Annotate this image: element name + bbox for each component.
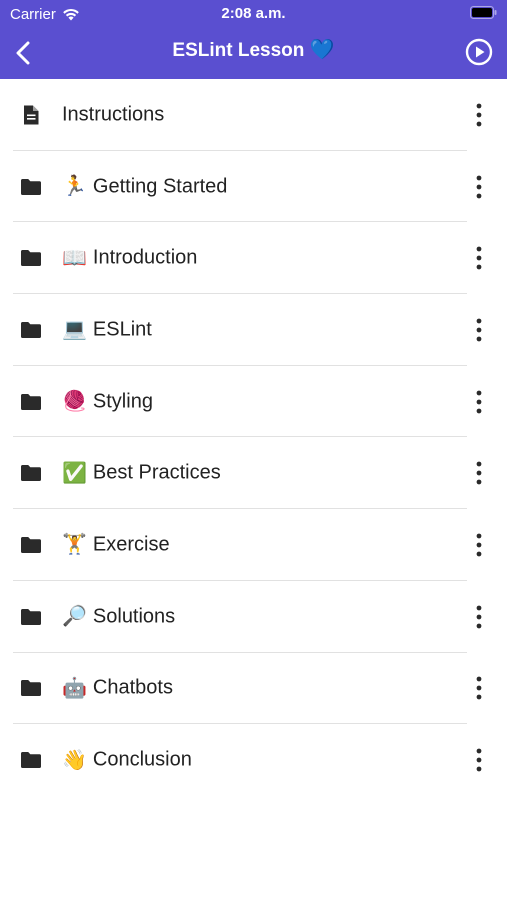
list-item-text: Conclusion (92, 748, 192, 771)
page-title: ESLint Lesson 💙 (80, 40, 427, 62)
list-item-emoji: 🔎 (62, 605, 87, 628)
nav-bar: ESLint Lesson 💙 (0, 28, 507, 79)
back-button[interactable] (6, 36, 40, 70)
list-item-text: Exercise (92, 533, 170, 556)
folder-icon (20, 391, 42, 413)
list-item-emoji: 🏃 (62, 175, 87, 198)
status-bar: Carrier 2:08 a.m. (0, 0, 507, 28)
folder-icon (20, 534, 42, 556)
list-item[interactable]: 📖 Introduction (0, 222, 507, 294)
list-item-emoji: 🏋 (62, 533, 87, 556)
blue-heart-emoji: 💙 (309, 39, 335, 61)
more-vertical-icon[interactable] (469, 387, 489, 417)
more-vertical-icon[interactable] (469, 243, 489, 273)
folder-icon (20, 319, 42, 341)
play-circle-icon[interactable] (465, 38, 493, 66)
list-item-label: 🤖 Chatbots (62, 677, 173, 700)
list-item[interactable]: 🧶 Styling (0, 366, 507, 438)
list-item[interactable]: 🤖 Chatbots (0, 653, 507, 725)
list-item-label: 📖 Introduction (62, 247, 197, 270)
list-item[interactable]: 🏋 Exercise (0, 509, 507, 581)
list-item-label: 🏃 Getting Started (62, 175, 227, 198)
battery-icon (470, 6, 497, 19)
list-item-emoji: 💻 (62, 318, 87, 341)
list-item-text: Styling (92, 390, 153, 413)
more-vertical-icon[interactable] (469, 602, 489, 632)
chevron-left-icon (16, 41, 30, 65)
list-item[interactable]: 💻 ESLint (0, 294, 507, 366)
list-item-label: 🔎 Solutions (62, 605, 175, 628)
document-icon (20, 104, 42, 126)
status-time: 2:08 a.m. (221, 5, 286, 22)
folder-icon (20, 606, 42, 628)
list-item-text: Solutions (92, 605, 176, 628)
list-item-label: Instructions (62, 103, 164, 126)
list-item-text: Chatbots (92, 676, 173, 699)
list-item-text: Introduction (92, 246, 198, 269)
list-item-label: 💻 ESLint (62, 318, 152, 341)
page-title-text: ESLint Lesson (172, 40, 305, 61)
list-item-text: ESLint (92, 318, 152, 341)
folder-icon (20, 176, 42, 198)
list-item-emoji: 🧶 (62, 390, 87, 413)
folder-icon (20, 677, 42, 699)
more-vertical-icon[interactable] (469, 745, 489, 775)
folder-icon (20, 749, 42, 771)
list-item-label: ✅ Best Practices (62, 462, 221, 485)
list-item[interactable]: 🔎 Solutions (0, 581, 507, 653)
list-item-emoji: 👋 (62, 749, 87, 772)
list-item-label: 🏋 Exercise (62, 533, 170, 556)
list-item-emoji: ✅ (62, 462, 87, 485)
list-item-text: Getting Started (92, 175, 228, 198)
more-vertical-icon[interactable] (469, 458, 489, 488)
list-item[interactable]: 🏃 Getting Started (0, 151, 507, 223)
list-item[interactable]: 👋 Conclusion (0, 724, 507, 796)
list-item[interactable]: Instructions (0, 79, 507, 151)
folder-icon (20, 247, 42, 269)
list-item-emoji: 📖 (62, 247, 87, 270)
list-item-emoji: 🤖 (62, 677, 87, 700)
lesson-list: Instructions 🏃 Getting Started 📖 Introductio… (0, 79, 507, 796)
list-item[interactable]: ✅ Best Practices (0, 437, 507, 509)
more-vertical-icon[interactable] (469, 315, 489, 345)
more-vertical-icon[interactable] (469, 100, 489, 130)
header: Carrier 2:08 a.m. ESLint Lesson 💙 (0, 0, 507, 79)
more-vertical-icon[interactable] (469, 172, 489, 202)
list-item-text: Instructions (62, 103, 165, 126)
list-item-label: 👋 Conclusion (62, 749, 192, 772)
more-vertical-icon[interactable] (469, 530, 489, 560)
more-vertical-icon[interactable] (469, 673, 489, 703)
folder-icon (20, 462, 42, 484)
list-item-text: Best Practices (92, 461, 221, 484)
list-item-label: 🧶 Styling (62, 390, 153, 413)
